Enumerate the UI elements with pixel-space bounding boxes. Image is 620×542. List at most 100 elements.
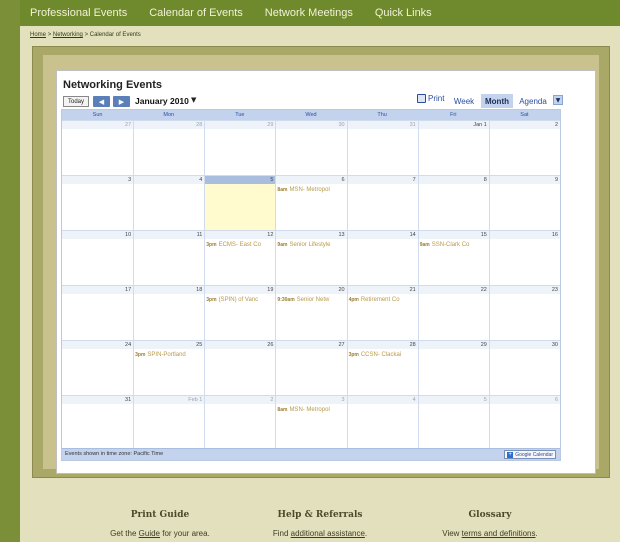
month-dropdown-icon[interactable]: ▼	[191, 96, 196, 104]
day-cell[interactable]: 2	[488, 121, 560, 175]
day-cell[interactable]: Feb 1	[133, 396, 205, 450]
calendar-event[interactable]: 9am SSN-Clark Co	[419, 241, 489, 249]
week-row: 31 Feb 1 2 3 8am MSN- Metropol 4 5 6	[62, 395, 560, 450]
agenda-dropdown-icon[interactable]: ▼	[553, 95, 563, 105]
day-cell[interactable]: 30	[275, 121, 347, 175]
day-cell[interactable]: 6 8am MSN- Metropol	[275, 176, 347, 230]
day-cell[interactable]: 9	[488, 176, 560, 230]
day-number: 11	[134, 231, 205, 239]
day-cell[interactable]: 26	[204, 341, 276, 395]
day-cell[interactable]: 3 8am MSN- Metropol	[275, 396, 347, 450]
day-cell[interactable]: 6	[488, 396, 560, 450]
nav-professional-events[interactable]: Professional Events	[30, 7, 127, 19]
day-cell[interactable]: 7	[346, 176, 418, 230]
day-cell[interactable]: 4	[346, 396, 418, 450]
day-cell[interactable]: 18	[133, 286, 205, 340]
day-cell[interactable]: 22	[417, 286, 489, 340]
calendar-event[interactable]: 4pm Retirement Co	[348, 296, 418, 304]
day-cell[interactable]: 15 9am SSN-Clark Co	[417, 231, 489, 285]
day-number: 5	[205, 176, 276, 184]
day-cell[interactable]: 28 3pm CCSN- Clackai	[346, 341, 418, 395]
day-cell[interactable]: 20 9:30am Senior Netw	[275, 286, 347, 340]
event-title: Retirement Co	[360, 297, 400, 303]
day-cell[interactable]: 12 3pm ECMS- East Co	[204, 231, 276, 285]
day-cell-today[interactable]: 5	[204, 176, 276, 230]
day-cell[interactable]: 27	[275, 341, 347, 395]
calendar-event[interactable]: 9am Senior Lifestyle	[276, 241, 346, 249]
day-cell[interactable]: 3	[62, 176, 134, 230]
day-cell[interactable]: 19 3pm (SPIN) of Vanc	[204, 286, 276, 340]
calendar-event[interactable]: 3pm (SPIN) of Vanc	[205, 296, 275, 304]
tab-week[interactable]: Week	[449, 94, 479, 108]
top-navigation: Professional Events Calendar of Events N…	[20, 0, 620, 26]
day-cell[interactable]: 10	[62, 231, 134, 285]
day-number: 14	[347, 231, 418, 239]
calendar-event[interactable]: 8am MSN- Metropol	[276, 406, 346, 414]
google-calendar-button[interactable]: + Google Calendar	[504, 450, 556, 459]
day-number: Feb 1	[134, 396, 205, 404]
dow-label: Tue	[235, 112, 245, 118]
event-title: Senior Netw	[296, 297, 330, 303]
event-title: ECMS- East Co	[218, 242, 261, 248]
terms-definitions-link[interactable]: terms and definitions	[462, 529, 536, 538]
day-cell[interactable]: 16	[488, 231, 560, 285]
day-cell[interactable]: 8	[417, 176, 489, 230]
event-time: 3pm	[348, 352, 359, 358]
calendar-event[interactable]: 9:30am Senior Netw	[276, 296, 346, 304]
day-number: 20	[276, 286, 347, 294]
day-cell[interactable]: 13 9am Senior Lifestyle	[275, 231, 347, 285]
day-number: 3	[276, 396, 347, 404]
chevron-right-icon[interactable]: ▶	[113, 96, 130, 107]
calendar-event[interactable]: 8am MSN- Metropol	[276, 186, 346, 194]
tab-month[interactable]: Month	[481, 94, 513, 108]
tab-agenda[interactable]: Agenda	[515, 94, 551, 108]
month-grid: Sun Mon Tue Wed Thu Fri Sat 27 28 29 30 31 Ja…	[61, 109, 561, 461]
day-number: 18	[134, 286, 205, 294]
calendar-event[interactable]: 3pm CCSN- Clackai	[348, 351, 418, 359]
dow-label: Sun	[92, 112, 103, 118]
day-number: 31	[347, 121, 418, 129]
day-cell[interactable]: 29	[204, 121, 276, 175]
day-cell[interactable]: 21 4pm Retirement Co	[346, 286, 418, 340]
nav-calendar-of-events[interactable]: Calendar of Events	[149, 7, 243, 19]
day-cell[interactable]: 25 3pm SPIN-Portland	[133, 341, 205, 395]
calendar-widget: Networking Events Today ◀ ▶ January 2010…	[56, 70, 596, 474]
print-guide-title: Print Guide	[130, 510, 190, 520]
day-number: 17	[62, 286, 134, 294]
print-label: Print	[428, 94, 445, 103]
left-accent-strip	[0, 0, 20, 542]
day-cell[interactable]: 28	[133, 121, 205, 175]
day-cell[interactable]: 23	[488, 286, 560, 340]
day-cell[interactable]: 30	[488, 341, 560, 395]
day-number: 29	[418, 341, 489, 349]
day-cell[interactable]: 11	[133, 231, 205, 285]
calendar-event[interactable]: 3pm ECMS- East Co	[205, 241, 275, 249]
day-cell[interactable]: 17	[62, 286, 134, 340]
print-button[interactable]: Print	[417, 94, 444, 103]
breadcrumb-networking[interactable]: Networking	[53, 32, 83, 38]
day-cell[interactable]: 5	[417, 396, 489, 450]
day-cell[interactable]: 31	[346, 121, 418, 175]
day-cell[interactable]: Jan 1	[417, 121, 489, 175]
page-body: Professional Events Calendar of Events N…	[20, 0, 620, 542]
additional-assistance-link[interactable]: additional assistance	[291, 529, 365, 538]
chevron-left-icon[interactable]: ◀	[93, 96, 110, 107]
event-title: MSN- Metropol	[289, 187, 330, 193]
day-cell[interactable]: 24	[62, 341, 134, 395]
guide-link[interactable]: Guide	[139, 529, 160, 538]
day-cell[interactable]: 31	[62, 396, 134, 450]
event-title: MSN- Metropol	[289, 407, 330, 413]
day-cell[interactable]: 2	[204, 396, 276, 450]
nav-network-meetings[interactable]: Network Meetings	[265, 7, 353, 19]
day-cell[interactable]: 14	[346, 231, 418, 285]
day-number: 12	[205, 231, 276, 239]
breadcrumb-home[interactable]: Home	[30, 32, 46, 38]
day-cell[interactable]: 27	[62, 121, 134, 175]
day-cell[interactable]: 29	[417, 341, 489, 395]
day-cell[interactable]: 4	[133, 176, 205, 230]
calendar-event[interactable]: 3pm SPIN-Portland	[134, 351, 204, 359]
day-number: 13	[276, 231, 347, 239]
dow-label: Thu	[377, 112, 387, 118]
today-button[interactable]: Today	[63, 96, 89, 107]
nav-quick-links[interactable]: Quick Links	[375, 7, 432, 19]
